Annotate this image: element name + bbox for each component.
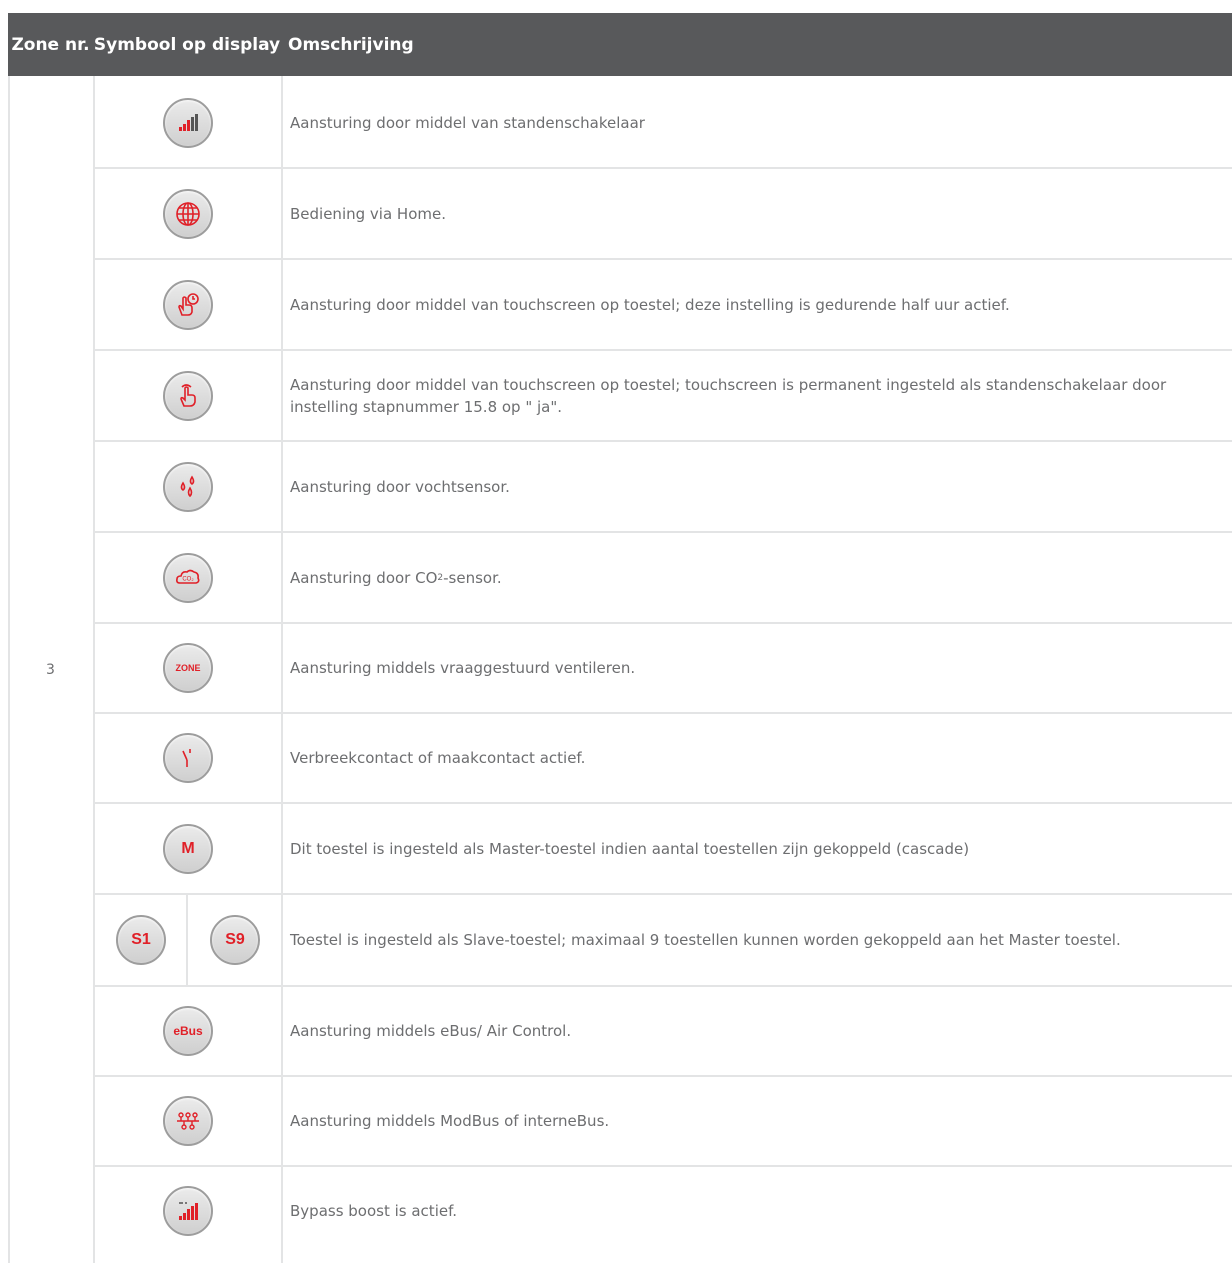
slave-s9-icon: S9: [210, 915, 260, 965]
description-cell: Verbreekcontact of maakcontact actief.: [290, 749, 586, 767]
zone-number: 3: [46, 662, 55, 678]
symbol-cell: M: [95, 804, 281, 893]
contact-switch-icon: [163, 733, 213, 783]
table-header: Zone nr. Symbool op display Omschrijving: [8, 13, 1232, 76]
co2-cloud-icon: CO₂: [163, 552, 213, 603]
symbol-cell-right: S9: [189, 895, 281, 985]
zone-icon: ZONE: [163, 643, 213, 693]
symbol-cell-left: S1: [95, 895, 187, 985]
description-cell: Aansturing door CO 2 -sensor.: [290, 568, 502, 587]
symbol-cell: [95, 78, 281, 167]
ebus-icon: eBus: [163, 1006, 213, 1056]
touch-timer-icon: [163, 279, 213, 330]
symbol-cell: eBus: [95, 987, 281, 1075]
symbol-cell: [95, 169, 281, 258]
description-cell: Toestel is ingesteld als Slave-toestel; …: [290, 931, 1121, 949]
master-icon: M: [163, 823, 213, 874]
description-cell: Aansturing door middel van touchscreen o…: [290, 375, 1167, 416]
touch-hand-icon: [163, 370, 213, 421]
description-cell: Aansturing door middel van standenschake…: [290, 113, 645, 132]
description-cell: Aansturing middels eBus/ Air Control.: [290, 1022, 572, 1040]
symbol-cell: [95, 1077, 281, 1165]
slave-s1-icon: S1: [116, 915, 166, 965]
symbol-cell: [95, 1167, 281, 1255]
grid-line: [281, 76, 283, 1263]
globe-icon: [163, 188, 213, 239]
bypass-boost-icon: [163, 1186, 213, 1236]
description-cell: Bediening via Home.: [290, 204, 446, 223]
symbol-cell: ZONE: [95, 624, 281, 712]
header-zone: Zone nr.: [11, 34, 90, 55]
description-cell: Aansturing middels ModBus of interneBus.: [290, 1112, 610, 1130]
modbus-icon: [163, 1096, 213, 1146]
symbol-cell: [95, 714, 281, 802]
header-description: Omschrijving: [288, 34, 414, 55]
header-symbol: Symbool op display: [93, 34, 281, 55]
signal-bars-icon: [163, 97, 213, 148]
symbol-cell: [95, 260, 281, 349]
description-cell: Bypass boost is actief.: [290, 1202, 458, 1220]
symbol-cell: [95, 351, 281, 440]
description-cell: Aansturing middels vraaggestuurd ventile…: [290, 659, 636, 677]
description-cell: Dit toestel is ingesteld als Master-toes…: [290, 839, 970, 858]
description-cell: Aansturing door vochtsensor.: [290, 477, 510, 496]
symbol-cell: [95, 442, 281, 531]
symbol-cell: CO₂: [95, 533, 281, 622]
humidity-drops-icon: [163, 461, 213, 512]
description-cell: Aansturing door middel van touchscreen o…: [290, 295, 1010, 314]
svg-text:CO₂: CO₂: [182, 576, 194, 582]
